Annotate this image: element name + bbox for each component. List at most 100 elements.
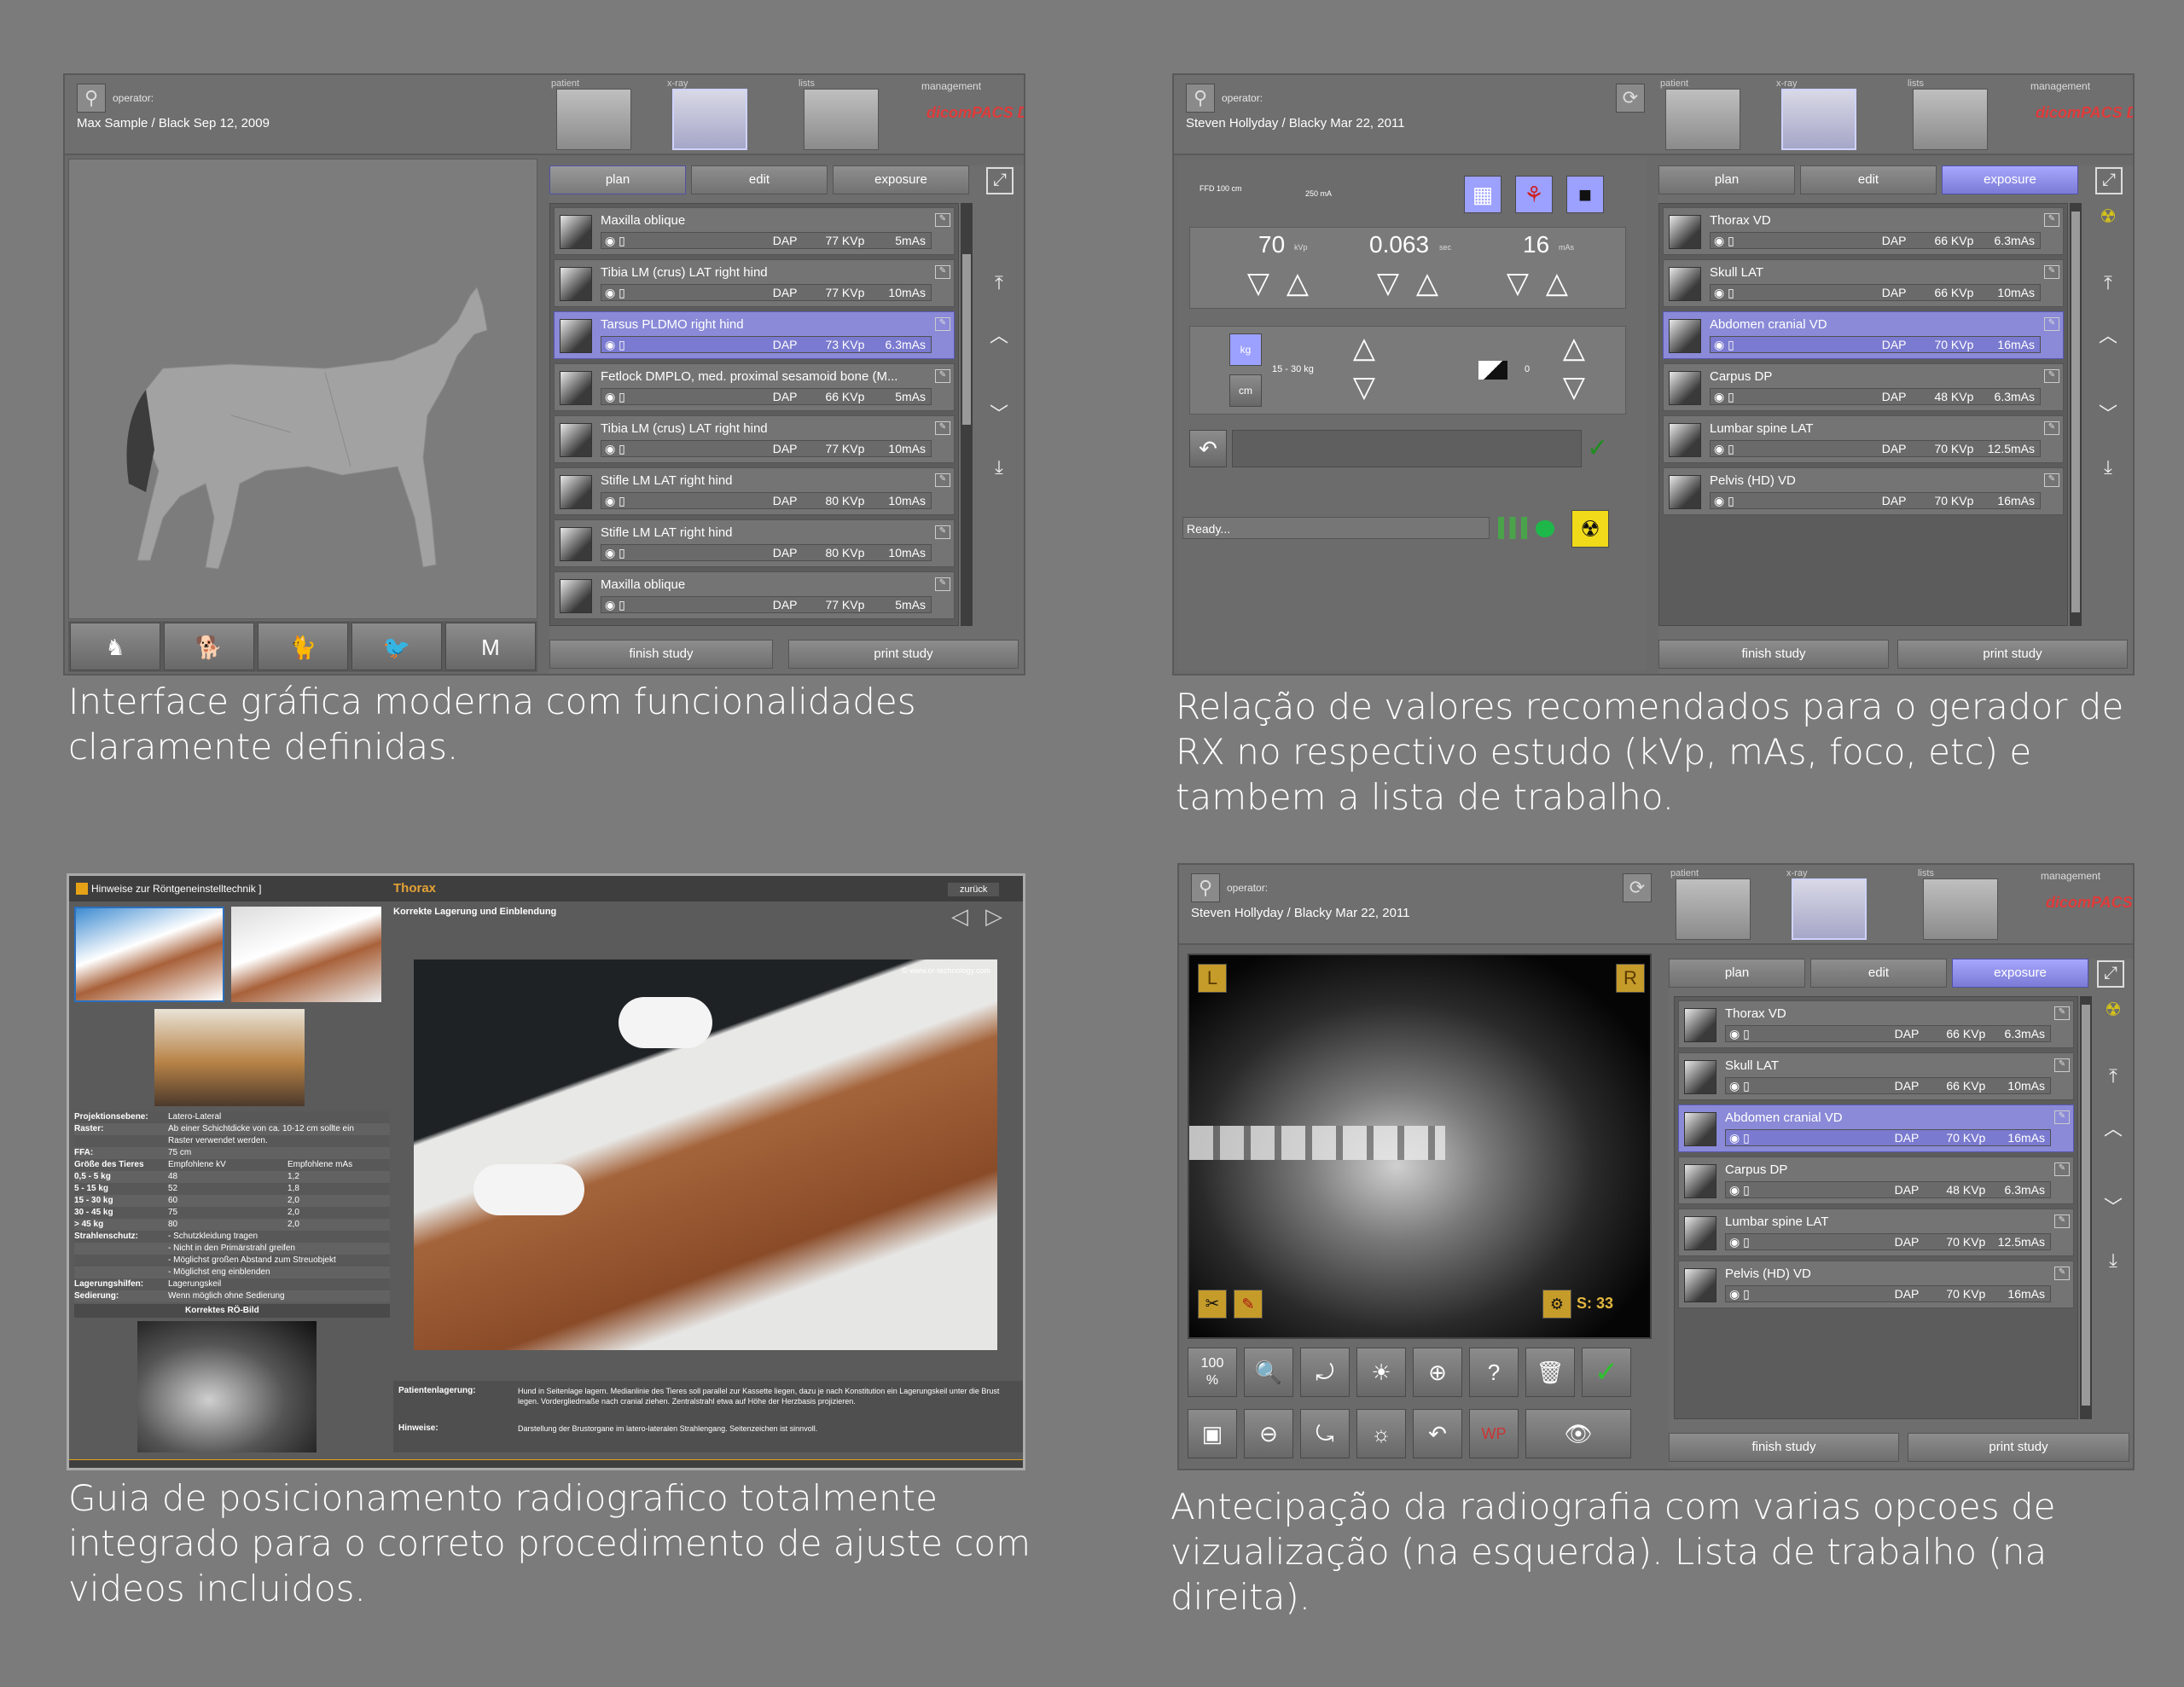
kv-up-button[interactable]: △ (1281, 267, 1315, 301)
fullscreen-icon[interactable]: ⤢ (2097, 960, 2124, 988)
operator-icon[interactable]: ⚲ (1186, 84, 1215, 113)
edit-icon[interactable]: ✎ (2044, 213, 2059, 227)
dog-species-icon[interactable]: 🐕 (164, 623, 254, 670)
eye-icon[interactable]: ◉ ▯ (1729, 1131, 1750, 1145)
list-item[interactable]: Carpus DP ◉ ▯ DAP 48 KVp 6.3mAs ✎ (1678, 1157, 2074, 1204)
list-item[interactable]: Abdomen cranial VD ◉ ▯ DAP 70 KVp 16mAs ✎ (1663, 311, 2064, 359)
edit-icon[interactable]: ✎ (2044, 369, 2059, 383)
tab-edit[interactable]: edit (1800, 165, 1937, 194)
sec-up-button[interactable]: △ (1410, 267, 1444, 301)
edit-icon[interactable]: ✎ (935, 265, 950, 279)
size-up-button[interactable]: △ (1347, 332, 1381, 366)
view-icon[interactable]: 👁 (1525, 1409, 1631, 1458)
list-scrollbar[interactable] (2070, 203, 2082, 626)
tab-exposure[interactable]: exposure (1952, 959, 2088, 988)
contrast-icon[interactable]: ☼ (1356, 1409, 1406, 1458)
scroll-bottom-icon[interactable]: ⤓ (2094, 454, 2123, 483)
wp-icon[interactable]: WP (1469, 1409, 1519, 1458)
edit-icon[interactable]: ✎ (2044, 421, 2059, 435)
list-item[interactable]: Thorax VD ◉ ▯ DAP 66 KVp 6.3mAs ✎ (1663, 207, 2064, 255)
tab-exposure[interactable]: exposure (833, 165, 969, 194)
edit-icon[interactable]: ✎ (935, 577, 950, 591)
accept-image-icon[interactable]: ✓ (1582, 1348, 1631, 1397)
mas-up-button[interactable]: △ (1540, 267, 1574, 301)
horse-silhouette[interactable] (69, 159, 538, 620)
eye-icon[interactable]: ◉ ▯ (605, 286, 625, 300)
sync-icon[interactable]: ⟳ (1616, 84, 1645, 113)
management-label[interactable]: management (2041, 870, 2100, 882)
edit-icon[interactable]: ✎ (2044, 317, 2059, 331)
edit-icon[interactable]: ✎ (2044, 265, 2059, 279)
bird-species-icon[interactable]: 🐦 (351, 623, 442, 670)
list-item[interactable]: Thorax VD ◉ ▯ DAP 66 KVp 6.3mAs ✎ (1678, 1000, 2074, 1048)
scroll-bottom-icon[interactable]: ⤓ (985, 454, 1014, 483)
sync-icon[interactable]: ⟳ (1623, 873, 1652, 902)
scroll-top-icon[interactable]: ⤒ (985, 270, 1014, 299)
anatomy-selector[interactable] (68, 159, 537, 619)
eye-icon[interactable]: ◉ ▯ (605, 234, 625, 248)
list-item[interactable]: Lumbar spine LAT ◉ ▯ DAP 70 KVp 12.5mAs ✎ (1678, 1209, 2074, 1256)
prev-arrow-icon[interactable]: ◁ (951, 903, 968, 930)
list-item[interactable]: Lumbar spine LAT ◉ ▯ DAP 70 KVp 12.5mAs ✎ (1663, 415, 2064, 463)
next-arrow-icon[interactable]: ▷ (985, 903, 1002, 930)
delete-image-icon[interactable]: 🗑 (1525, 1348, 1575, 1397)
tab-lists[interactable]: lists (799, 78, 882, 152)
crop-icon[interactable]: ✂ (1198, 1290, 1227, 1319)
detector-icon[interactable]: ■ (1566, 176, 1604, 213)
eye-icon[interactable]: ◉ ▯ (1729, 1079, 1750, 1093)
eye-icon[interactable]: ◉ ▯ (1729, 1235, 1750, 1249)
tab-patient[interactable]: patient (551, 78, 635, 152)
eye-icon[interactable]: ◉ ▯ (1714, 494, 1734, 508)
radiation-button[interactable]: ☢ (1571, 510, 1609, 548)
other-species-icon[interactable]: M (445, 623, 536, 670)
marker-right[interactable]: R (1616, 964, 1645, 993)
print-study-button[interactable]: print study (788, 640, 1019, 669)
edit-icon[interactable]: ✎ (2044, 473, 2059, 487)
management-label[interactable]: management (921, 80, 981, 92)
list-item[interactable]: Tibia LM (crus) LAT right hind ◉ ▯ DAP 77 K… (554, 415, 955, 463)
list-item[interactable]: Maxilla oblique ◉ ▯ DAP 77 KVp 5mAs ✎ (554, 207, 955, 255)
focus-icon[interactable]: ⚘ (1515, 176, 1553, 213)
list-item[interactable]: Carpus DP ◉ ▯ DAP 48 KVp 6.3mAs ✎ (1663, 363, 2064, 411)
settings-icon[interactable]: ⚙ (1542, 1290, 1571, 1319)
undo-icon[interactable]: ↶ (1413, 1409, 1462, 1458)
edit-icon[interactable]: ✎ (935, 421, 950, 435)
list-item[interactable]: Abdomen cranial VD ◉ ▯ DAP 70 KVp 16mAs ✎ (1678, 1104, 2074, 1152)
tab-plan[interactable]: plan (1669, 959, 1805, 988)
list-item[interactable]: Tarsus PLDMO right hind ◉ ▯ DAP 73 KVp 6.3mA… (554, 311, 955, 359)
tab-edit[interactable]: edit (691, 165, 828, 194)
tab-xray[interactable]: x-ray (667, 78, 751, 152)
xray-viewer[interactable]: L R ✂ ✎ ⚙ S: 33 (1188, 954, 1652, 1339)
edit-icon[interactable]: ✎ (2054, 1215, 2070, 1228)
edit-icon[interactable]: ✎ (2054, 1058, 2070, 1072)
mas-down-button[interactable]: ▽ (1501, 267, 1535, 301)
eye-icon[interactable]: ◉ ▯ (605, 494, 625, 508)
operator-icon[interactable]: ⚲ (1191, 873, 1220, 902)
list-item[interactable]: Stifle LM LAT right hind ◉ ▯ DAP 80 KVp 10mA… (554, 519, 955, 567)
list-item[interactable]: Fetlock DMPLO, med. proximal sesamoid bo… (554, 363, 955, 411)
scroll-up-icon[interactable]: ︿ (985, 322, 1014, 351)
fullscreen-icon[interactable]: ⤢ (2095, 167, 2123, 194)
marker-left[interactable]: L (1198, 964, 1227, 993)
eye-icon[interactable]: ◉ ▯ (605, 598, 625, 612)
positioning-video[interactable]: © www.or-technology.com (414, 959, 997, 1350)
finish-study-button[interactable]: finish study (1658, 640, 1889, 669)
rotate-ccw-icon[interactable]: ⤿ (1300, 1409, 1350, 1458)
back-button[interactable]: zurück (948, 883, 1000, 896)
list-item[interactable]: Skull LAT ◉ ▯ DAP 66 KVp 10mAs ✎ (1678, 1052, 2074, 1100)
annotation-icon[interactable]: ✎ (1234, 1290, 1263, 1319)
fit-screen-icon[interactable]: ▣ (1188, 1409, 1237, 1458)
size-down-button[interactable]: ▽ (1347, 371, 1381, 405)
eye-icon[interactable]: ◉ ▯ (1714, 286, 1734, 300)
zoom-in-icon[interactable]: 🔍 (1244, 1348, 1293, 1397)
edit-icon[interactable]: ✎ (2054, 1110, 2070, 1124)
cm-button[interactable]: cm (1229, 374, 1262, 407)
edit-icon[interactable]: ✎ (2054, 1006, 2070, 1020)
tab-lists[interactable]: lists (1908, 78, 1991, 152)
brightness-icon[interactable]: ☀ (1356, 1348, 1406, 1397)
edit-icon[interactable]: ✎ (935, 473, 950, 487)
video-thumb-2[interactable] (231, 907, 381, 1002)
list-item[interactable]: Tibia LM (crus) LAT right hind ◉ ▯ DAP 77 K… (554, 259, 955, 307)
management-label[interactable]: management (2030, 80, 2090, 92)
tab-edit[interactable]: edit (1810, 959, 1947, 988)
